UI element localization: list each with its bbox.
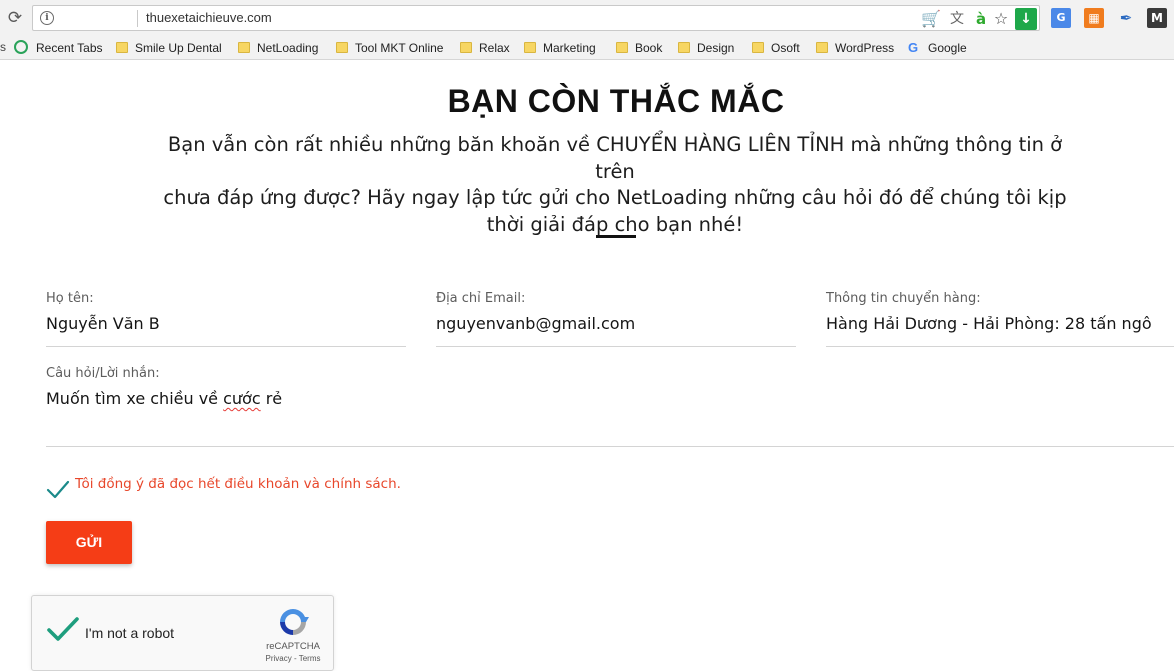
bookmark-label: Recent Tabs: [36, 41, 103, 55]
orange-extension-icon[interactable]: ▦: [1084, 8, 1104, 28]
bookmark-recent-tabs[interactable]: Recent Tabs: [14, 40, 103, 56]
submit-button[interactable]: GỬI: [46, 521, 132, 564]
bookmark-relax[interactable]: Relax: [460, 40, 510, 56]
bookmark-label: NetLoading: [257, 41, 319, 55]
bookmark-label: WordPress: [835, 41, 895, 55]
eyedropper-icon[interactable]: ✒: [1116, 8, 1136, 28]
shipping-info-field[interactable]: Thông tin chuyển hàng: Hàng Hải Dương - …: [826, 291, 1174, 347]
recaptcha-label: I'm not a robot: [85, 625, 175, 641]
bookmark-design[interactable]: Design: [678, 40, 734, 56]
folder-icon: [678, 42, 690, 53]
address-separator: [137, 10, 138, 27]
shipping-info-label: Thông tin chuyển hàng:: [826, 291, 981, 306]
bookmark-book[interactable]: Book: [616, 40, 662, 56]
message-label: Câu hỏi/Lời nhắn:: [46, 366, 160, 381]
site-info-icon[interactable]: i: [40, 11, 54, 25]
bookmark-label: Book: [635, 41, 663, 55]
address-bar[interactable]: i thuexetaichieuve.com 🛒 文 à ☆ ↓: [32, 5, 1040, 31]
accent-extension-icon[interactable]: à: [971, 9, 991, 29]
bookmarks-bar: s Recent Tabs Smile Up Dental NetLoading…: [0, 36, 1174, 60]
bookmark-label: Google: [928, 41, 967, 55]
message-text: Muốn tìm xe chiều về: [46, 389, 224, 408]
reload-icon[interactable]: ⟳: [5, 8, 25, 28]
intro-line: chưa đáp ứng được? Hãy ngay lập tức gửi …: [163, 186, 1067, 209]
folder-icon: [616, 42, 628, 53]
bookmark-edge-text: s: [0, 40, 6, 54]
bookmark-label: Relax: [479, 41, 510, 55]
m-extension-icon[interactable]: M: [1147, 8, 1167, 28]
name-input[interactable]: Nguyễn Văn B: [46, 314, 160, 333]
bookmark-label: Marketing: [543, 41, 596, 55]
bookmark-star-icon[interactable]: ☆: [991, 9, 1011, 29]
bookmark-label: Osoft: [771, 41, 800, 55]
folder-icon: [336, 42, 348, 53]
email-label: Địa chỉ Email:: [436, 291, 526, 306]
bookmark-label: Tool MKT Online: [355, 41, 444, 55]
url-text[interactable]: thuexetaichieuve.com: [146, 10, 272, 25]
download-icon[interactable]: ↓: [1015, 8, 1037, 30]
google-icon: G: [908, 40, 919, 55]
recaptcha-privacy-terms[interactable]: Privacy - Terms: [264, 654, 322, 663]
checkmark-icon: [46, 480, 70, 499]
email-field[interactable]: Địa chỉ Email: nguyenvanb@gmail.com: [436, 291, 796, 347]
bookmark-label: Design: [697, 41, 735, 55]
email-input[interactable]: nguyenvanb@gmail.com: [436, 314, 635, 333]
consent-label: Tôi đồng ý đã đọc hết điều khoản và chín…: [75, 476, 401, 492]
history-icon: [14, 40, 28, 54]
page-title: BẠN CÒN THẮC MẮC: [447, 83, 785, 119]
bookmark-netloading[interactable]: NetLoading: [238, 40, 318, 56]
folder-icon: [238, 42, 250, 53]
message-text: rẻ: [260, 389, 283, 408]
folder-icon: [460, 42, 472, 53]
bookmark-google[interactable]: G Google: [908, 40, 967, 56]
message-textarea[interactable]: Muốn tìm xe chiều về cước rẻ: [46, 389, 282, 408]
intro-line: Bạn vẫn còn rất nhiều những băn khoăn về…: [167, 133, 1063, 183]
bookmark-label: Smile Up Dental: [135, 41, 222, 55]
bookmark-tool-mkt-online[interactable]: Tool MKT Online: [336, 40, 443, 56]
recaptcha-brand: reCAPTCHA: [266, 641, 320, 652]
page-content: BẠN CÒN THẮC MẮC Bạn vẫn còn rất nhiều n…: [0, 61, 1174, 671]
recaptcha-widget: I'm not a robot reCAPTCHA Privacy - Term…: [31, 595, 334, 671]
bookmark-smile-up-dental[interactable]: Smile Up Dental: [116, 40, 222, 56]
translate-icon[interactable]: 文: [947, 9, 967, 29]
bookmark-osoft[interactable]: Osoft: [752, 40, 800, 56]
recaptcha-logo-icon: [280, 609, 309, 635]
recaptcha-checkmark-icon[interactable]: [46, 616, 80, 644]
shopping-cart-icon[interactable]: 🛒: [921, 9, 941, 29]
message-field[interactable]: Câu hỏi/Lời nhắn: Muốn tìm xe chiều về c…: [46, 366, 1174, 447]
name-label: Họ tên:: [46, 291, 94, 306]
intro-text: Bạn vẫn còn rất nhiều những băn khoăn về…: [145, 132, 1085, 238]
bookmark-wordpress[interactable]: WordPress: [816, 40, 894, 56]
folder-icon: [116, 42, 128, 53]
browser-toolbar: ⟳ i thuexetaichieuve.com 🛒 文 à ☆ ↓ G ▦ ✒…: [0, 0, 1174, 36]
shipping-info-input[interactable]: Hàng Hải Dương - Hải Phòng: 28 tấn ngô: [826, 314, 1152, 333]
folder-icon: [816, 42, 828, 53]
folder-icon: [752, 42, 764, 53]
bookmark-marketing[interactable]: Marketing: [524, 40, 596, 56]
misspelled-word: cước: [223, 389, 261, 408]
google-translate-icon[interactable]: G: [1051, 8, 1071, 28]
name-field[interactable]: Họ tên: Nguyễn Văn B: [46, 291, 406, 347]
folder-icon: [524, 42, 536, 53]
title-divider: [596, 235, 636, 238]
